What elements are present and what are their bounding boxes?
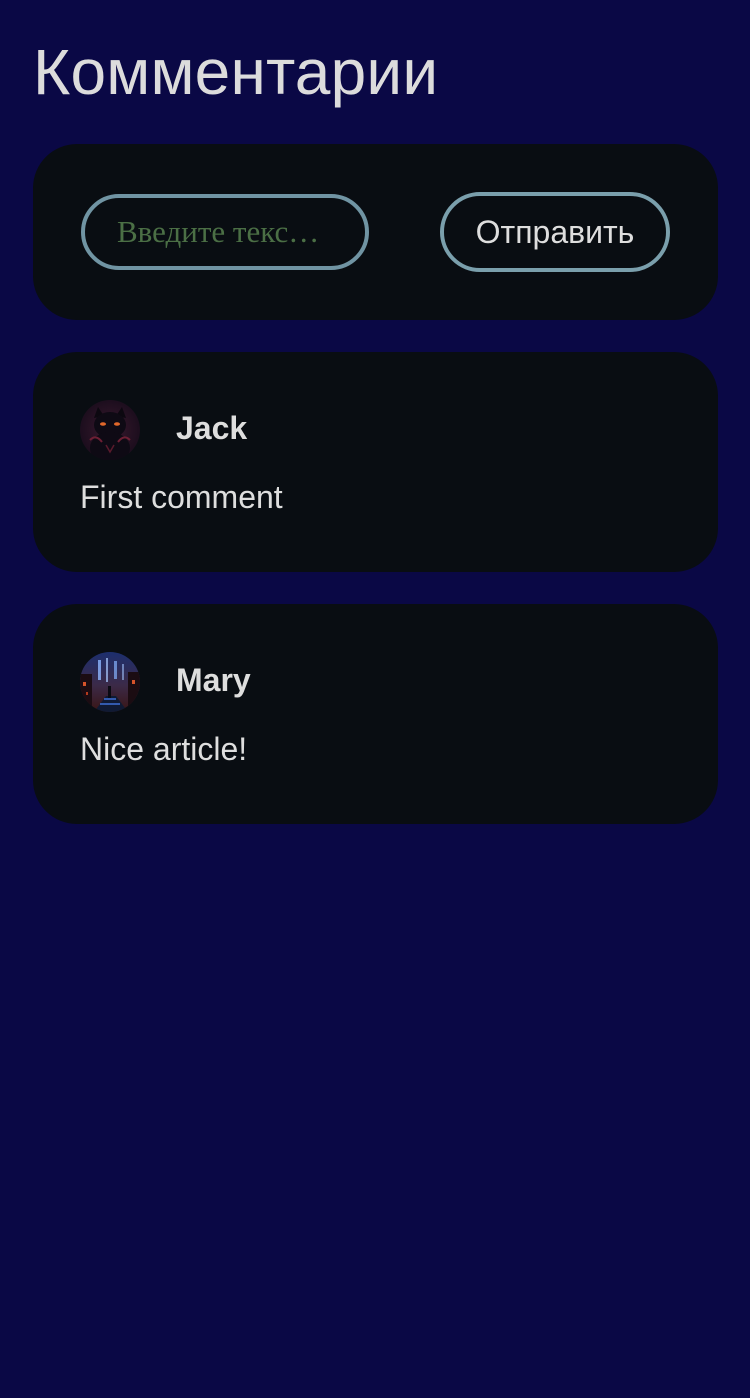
comment-card: Jack First comment [33,352,718,572]
comment-composer: Отправить [33,144,718,320]
night-city-avatar-icon [80,652,140,712]
page-title: Комментарии [33,36,439,108]
send-button[interactable]: Отправить [440,192,670,272]
comment-author: Jack [176,410,248,446]
black-cat-avatar-icon [80,400,140,460]
avatar[interactable] [80,400,140,460]
comment-text: Nice article! [80,731,248,767]
avatar[interactable] [80,652,140,712]
comment-author: Mary [176,662,251,698]
comment-card: Mary Nice article! [33,604,718,824]
comment-input[interactable] [81,194,369,270]
comment-text: First comment [80,479,283,515]
